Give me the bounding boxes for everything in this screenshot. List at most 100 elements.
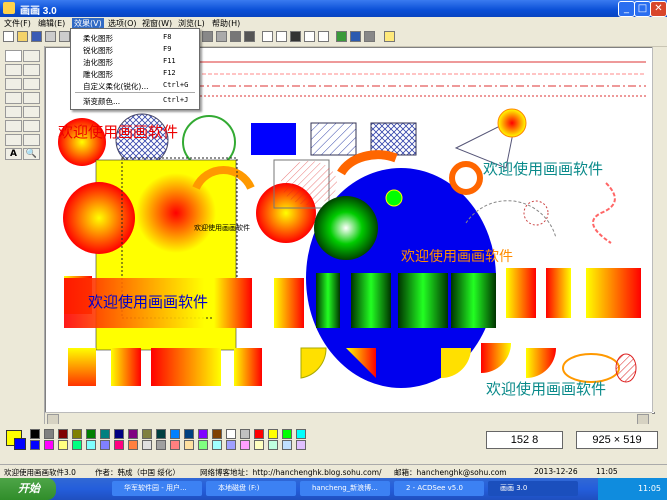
palette-area xyxy=(0,424,667,464)
frame-icon-5[interactable] xyxy=(318,31,329,42)
palette-swatch[interactable] xyxy=(72,429,82,439)
frame-icon-3[interactable] xyxy=(290,31,301,42)
help-icon[interactable] xyxy=(384,31,395,42)
eraser-tool[interactable] xyxy=(5,120,22,132)
palette-swatch[interactable] xyxy=(184,440,194,450)
palette-swatch[interactable] xyxy=(198,429,208,439)
ellipse-tool[interactable] xyxy=(5,64,22,76)
palette-swatch[interactable] xyxy=(44,440,54,450)
palette-swatch[interactable] xyxy=(212,440,222,450)
palette-swatch[interactable] xyxy=(30,440,40,450)
palette-swatch[interactable] xyxy=(156,429,166,439)
task-acdsee[interactable]: 2 - ACDSee v5.0 xyxy=(394,481,484,496)
text-tool[interactable]: A xyxy=(5,148,22,160)
palette-swatch[interactable] xyxy=(254,440,264,450)
frame-icon-1[interactable] xyxy=(262,31,273,42)
menu-edit[interactable]: 编辑(E) xyxy=(38,18,65,29)
spray-tool[interactable] xyxy=(23,120,40,132)
task-huajun[interactable]: 华军软件园 - 用户... xyxy=(112,481,202,496)
palette-swatch[interactable] xyxy=(212,429,222,439)
tool-icon-c[interactable] xyxy=(230,31,241,42)
menu-help[interactable]: 帮助(H) xyxy=(212,18,240,29)
preview-icon[interactable] xyxy=(59,31,70,42)
zoom-tool[interactable]: 🔍 xyxy=(23,148,40,160)
palette-swatch[interactable] xyxy=(100,429,110,439)
menu-file[interactable]: 文件(F) xyxy=(4,18,31,29)
palette-swatch[interactable] xyxy=(282,440,292,450)
palette-swatch[interactable] xyxy=(114,440,124,450)
status-blog: 网络博客地址：http://hanchenghk.blog.sohu.com/ xyxy=(200,468,382,477)
close-button[interactable]: ✕ xyxy=(650,1,667,17)
tool-icon-a[interactable] xyxy=(202,31,213,42)
save-icon[interactable] xyxy=(31,31,42,42)
canvas-text-4: 欢迎使用画画软件 xyxy=(401,250,513,265)
pick-tool[interactable] xyxy=(23,134,40,146)
line-tool[interactable] xyxy=(23,50,40,62)
frame-icon-4[interactable] xyxy=(304,31,315,42)
palette-swatch[interactable] xyxy=(86,429,96,439)
palette-swatch[interactable] xyxy=(58,440,68,450)
canvas-text-3: 欢迎使用画画软件 xyxy=(194,224,250,232)
palette-swatch[interactable] xyxy=(44,429,54,439)
palette-swatch[interactable] xyxy=(30,429,40,439)
rounded-rect-tool[interactable] xyxy=(23,92,40,104)
layer-icon-3[interactable] xyxy=(364,31,375,42)
palette-swatch[interactable] xyxy=(198,440,208,450)
palette-swatch[interactable] xyxy=(268,440,278,450)
open-icon[interactable] xyxy=(17,31,28,42)
secondary-color-swatch[interactable] xyxy=(14,438,26,450)
palette-swatch[interactable] xyxy=(170,440,180,450)
palette-swatch[interactable] xyxy=(254,429,264,439)
menu-item-soften[interactable]: 柔化图形 xyxy=(83,33,113,44)
palette-swatch[interactable] xyxy=(170,429,180,439)
palette-swatch[interactable] xyxy=(142,440,152,450)
palette-swatch[interactable] xyxy=(128,429,138,439)
palette-swatch[interactable] xyxy=(226,429,236,439)
menu-item-oil[interactable]: 油化图形 xyxy=(83,57,113,68)
brush-tool[interactable] xyxy=(23,106,40,118)
palette-swatch[interactable] xyxy=(226,440,236,450)
task-local-disk[interactable]: 本地磁盘 (F:) xyxy=(206,481,296,496)
palette-swatch[interactable] xyxy=(100,440,110,450)
palette-swatch[interactable] xyxy=(240,440,250,450)
palette-swatch[interactable] xyxy=(156,440,166,450)
layer-icon-2[interactable] xyxy=(350,31,361,42)
pencil-tool[interactable] xyxy=(5,92,22,104)
canvas-text-1: 欢迎使用画画软件 xyxy=(58,125,179,141)
palette-swatch[interactable] xyxy=(268,429,278,439)
print-icon[interactable] xyxy=(45,31,56,42)
frame-icon-2[interactable] xyxy=(276,31,287,42)
task-huahua[interactable]: 画画 3.0 xyxy=(488,481,578,496)
menu-item-custom[interactable]: 自定义柔化(锐化)... xyxy=(83,81,149,92)
fill-tool[interactable] xyxy=(5,106,22,118)
palette-swatch[interactable] xyxy=(72,440,82,450)
palette-swatch[interactable] xyxy=(296,429,306,439)
palette-swatch[interactable] xyxy=(128,440,138,450)
polygon-tool[interactable] xyxy=(23,64,40,76)
maximize-button[interactable]: □ xyxy=(634,1,651,17)
palette-swatch[interactable] xyxy=(184,429,194,439)
palette-swatch[interactable] xyxy=(282,429,292,439)
arc-tool[interactable] xyxy=(5,78,22,90)
palette-swatch[interactable] xyxy=(58,429,68,439)
rectangle-select-tool[interactable] xyxy=(5,50,22,62)
palette-swatch[interactable] xyxy=(240,429,250,439)
tool-icon-b[interactable] xyxy=(216,31,227,42)
menu-item-gradient[interactable]: 渐变颜色... xyxy=(83,96,120,107)
task-sina-blog[interactable]: hancheng_新浪博... xyxy=(300,481,390,496)
menu-item-sharpen[interactable]: 锐化图形 xyxy=(83,45,113,56)
palette-swatch[interactable] xyxy=(114,429,124,439)
tool-icon-d[interactable] xyxy=(244,31,255,42)
start-button[interactable]: 开始 xyxy=(0,478,56,500)
new-icon[interactable] xyxy=(3,31,14,42)
palette-swatch[interactable] xyxy=(86,440,96,450)
gradient-tool[interactable] xyxy=(5,134,22,146)
layer-icon-1[interactable] xyxy=(336,31,347,42)
menu-item-emboss[interactable]: 雕化图形 xyxy=(83,69,113,80)
canvas-size: 925 × 519 xyxy=(576,431,658,449)
palette-swatch[interactable] xyxy=(142,429,152,439)
minimize-button[interactable]: _ xyxy=(618,1,635,17)
curve-tool[interactable] xyxy=(23,78,40,90)
palette-swatch[interactable] xyxy=(296,440,306,450)
vertical-scrollbar[interactable] xyxy=(652,47,667,412)
